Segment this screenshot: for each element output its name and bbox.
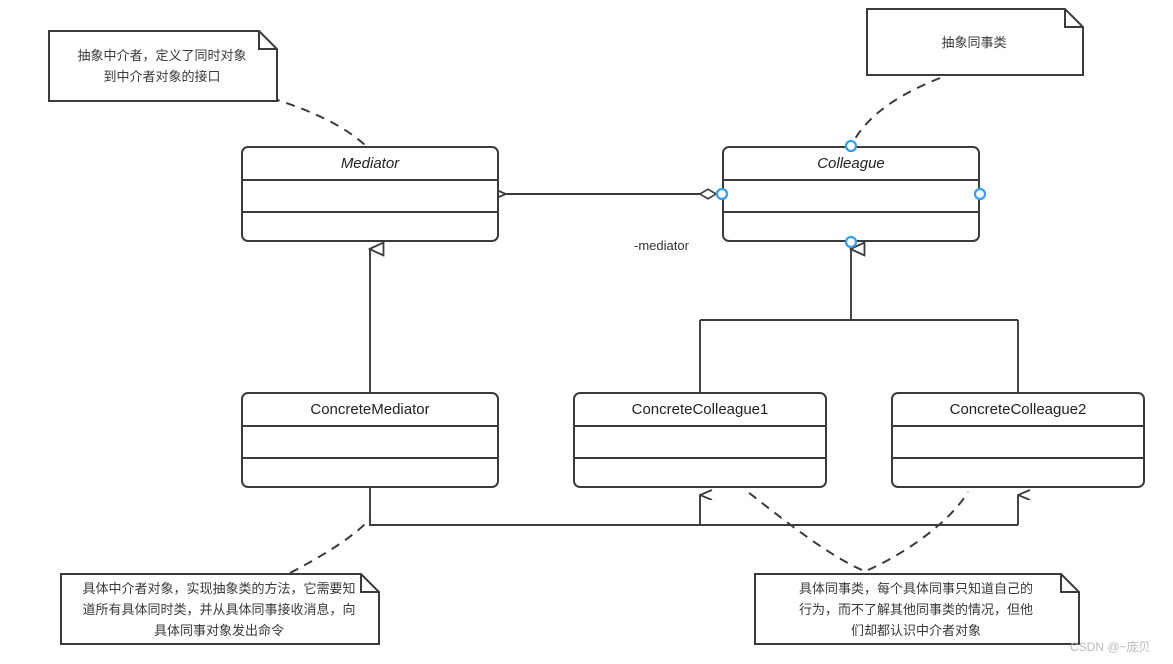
- note-anchor-concrete-colleague-2: [867, 491, 969, 571]
- class-title-concrete-mediator: ConcreteMediator: [243, 394, 497, 427]
- class-title-colleague: Colleague: [724, 148, 978, 181]
- class-title-concrete-colleague-1: ConcreteColleague1: [575, 394, 825, 427]
- class-title-concrete-colleague-2: ConcreteColleague2: [893, 394, 1143, 427]
- class-attributes-concrete-mediator: [243, 427, 497, 459]
- note-concrete-colleague[interactable]: 具体同事类，每个具体同事只知道自己的 行为，而不了解其他同事类的情况，但他 们却…: [754, 573, 1080, 645]
- uml-diagram-canvas: Mediator Colleague ConcreteMediator Conc…: [0, 0, 1173, 664]
- csdn-watermark: CSDN @~庞贝: [1070, 640, 1151, 654]
- class-operations-concrete-mediator: [243, 459, 497, 486]
- note-colleague-text: 抽象同事类: [941, 34, 1007, 50]
- note-colleague[interactable]: 抽象同事类: [866, 8, 1084, 76]
- class-box-concrete-mediator[interactable]: ConcreteMediator: [241, 392, 499, 488]
- class-attributes-concrete-colleague-2: [893, 427, 1143, 459]
- note-anchor-mediator: [270, 97, 367, 147]
- class-attributes-mediator: [243, 181, 497, 213]
- note-concrete-colleague-text: 具体同事类，每个具体同事只知道自己的 行为，而不了解其他同事类的情况，但他 们却…: [798, 580, 1033, 638]
- note-concrete-mediator[interactable]: 具体中介者对象，实现抽象类的方法，它需要知 道所有具体同时类，并从具体同事接收消…: [60, 573, 380, 645]
- edge-label-mediator-role: -mediator: [634, 238, 689, 253]
- class-title-mediator: Mediator: [243, 148, 497, 181]
- class-box-concrete-colleague-1[interactable]: ConcreteColleague1: [573, 392, 827, 488]
- class-box-colleague[interactable]: Colleague: [722, 146, 980, 242]
- class-attributes-concrete-colleague-1: [575, 427, 825, 459]
- note-concrete-mediator-text: 具体中介者对象，实现抽象类的方法，它需要知 道所有具体同时类，并从具体同事接收消…: [82, 580, 356, 638]
- note-mediator-text: 抽象中介者，定义了同时对象 到中介者对象的接口: [77, 48, 247, 84]
- note-anchor-colleague: [850, 77, 941, 147]
- class-operations-concrete-colleague-1: [575, 459, 825, 486]
- class-operations-concrete-colleague-2: [893, 459, 1143, 486]
- class-operations-colleague: [724, 213, 978, 240]
- note-mediator[interactable]: 抽象中介者，定义了同时对象 到中介者对象的接口: [48, 30, 278, 102]
- class-box-concrete-colleague-2[interactable]: ConcreteColleague2: [891, 392, 1145, 488]
- note-anchor-concrete-colleague-1: [747, 491, 863, 571]
- class-box-mediator[interactable]: Mediator: [241, 146, 499, 242]
- class-attributes-colleague: [724, 181, 978, 213]
- class-operations-mediator: [243, 213, 497, 240]
- edge-concrete-mediator-to-colleagues[interactable]: [369, 488, 1018, 526]
- edge-concrete-colleagues-extend-colleague[interactable]: [699, 249, 1019, 392]
- note-anchor-concrete-mediator: [289, 518, 371, 574]
